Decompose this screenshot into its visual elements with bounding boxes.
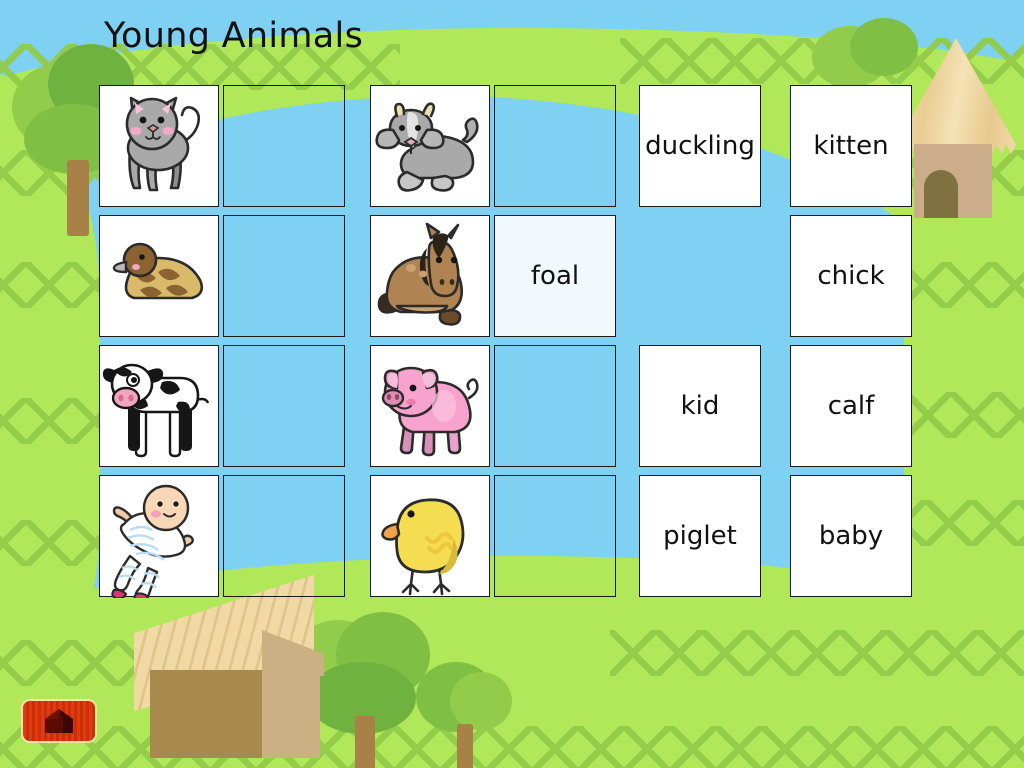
house-icon	[45, 709, 73, 733]
tree-bottom-right	[410, 658, 520, 768]
grass-zigzag-pattern	[610, 630, 1024, 676]
animal-picture-chick	[370, 475, 490, 597]
grass-zigzag-pattern	[900, 262, 1024, 308]
word-card-duckling[interactable]: duckling	[639, 85, 761, 207]
word-bank-row: duckling kitten	[639, 85, 915, 207]
match-row	[99, 475, 345, 598]
duckling-illustration	[112, 242, 204, 300]
word-bank-row: kid calf	[639, 345, 915, 467]
kitten-illustration	[125, 96, 201, 192]
chick-illustration	[381, 498, 465, 596]
drop-slot[interactable]	[494, 475, 616, 597]
drop-slot[interactable]	[223, 215, 345, 337]
drop-slot[interactable]	[494, 345, 616, 467]
foal-illustration	[377, 222, 463, 326]
match-column-left	[99, 85, 345, 605]
word-bank-row: chick	[639, 215, 915, 337]
animal-picture-duckling	[99, 215, 219, 337]
drop-slot[interactable]	[223, 345, 345, 467]
word-card-kid[interactable]: kid	[639, 345, 761, 467]
drop-slot[interactable]	[494, 85, 616, 207]
barn-icon	[134, 574, 330, 758]
drop-slot[interactable]	[223, 85, 345, 207]
match-row	[370, 345, 616, 467]
home-button[interactable]	[21, 699, 97, 743]
page-title: Young Animals	[104, 16, 364, 56]
grass-zigzag-pattern	[0, 398, 100, 444]
word-card-calf[interactable]: calf	[790, 345, 912, 467]
word-card-baby[interactable]: baby	[790, 475, 912, 597]
game-stage: Young Animals foal duckling kitten chick…	[0, 0, 1024, 768]
match-row	[99, 215, 345, 337]
animal-picture-kid-goat	[370, 85, 490, 207]
animal-picture-baby	[99, 475, 219, 598]
drop-slot[interactable]	[223, 475, 345, 597]
word-card-chick[interactable]: chick	[790, 215, 912, 337]
match-row	[370, 475, 616, 597]
animal-picture-calf	[99, 345, 219, 467]
match-column-right: foal	[370, 85, 616, 605]
word-bank-row: piglet baby	[639, 475, 915, 597]
animal-picture-foal	[370, 215, 490, 337]
piglet-illustration	[381, 366, 479, 457]
animal-picture-piglet	[370, 345, 490, 467]
match-row	[370, 85, 616, 207]
drop-slot-answer: foal	[530, 261, 580, 291]
kid-goat-illustration	[375, 102, 479, 192]
calf-illustration	[102, 363, 210, 458]
word-card-piglet[interactable]: piglet	[639, 475, 761, 597]
match-row	[99, 345, 345, 467]
grass-zigzag-pattern	[0, 262, 105, 308]
animal-picture-kitten	[99, 85, 219, 207]
grass-zigzag-pattern	[905, 392, 1024, 438]
match-row	[99, 85, 345, 207]
baby-illustration	[111, 484, 194, 598]
word-card-kitten[interactable]: kitten	[790, 85, 912, 207]
word-card-slot-empty	[639, 215, 761, 337]
word-bank: duckling kitten chick kid calf piglet ba…	[639, 85, 915, 605]
drop-slot-filled[interactable]: foal	[494, 215, 616, 337]
match-row: foal	[370, 215, 616, 337]
